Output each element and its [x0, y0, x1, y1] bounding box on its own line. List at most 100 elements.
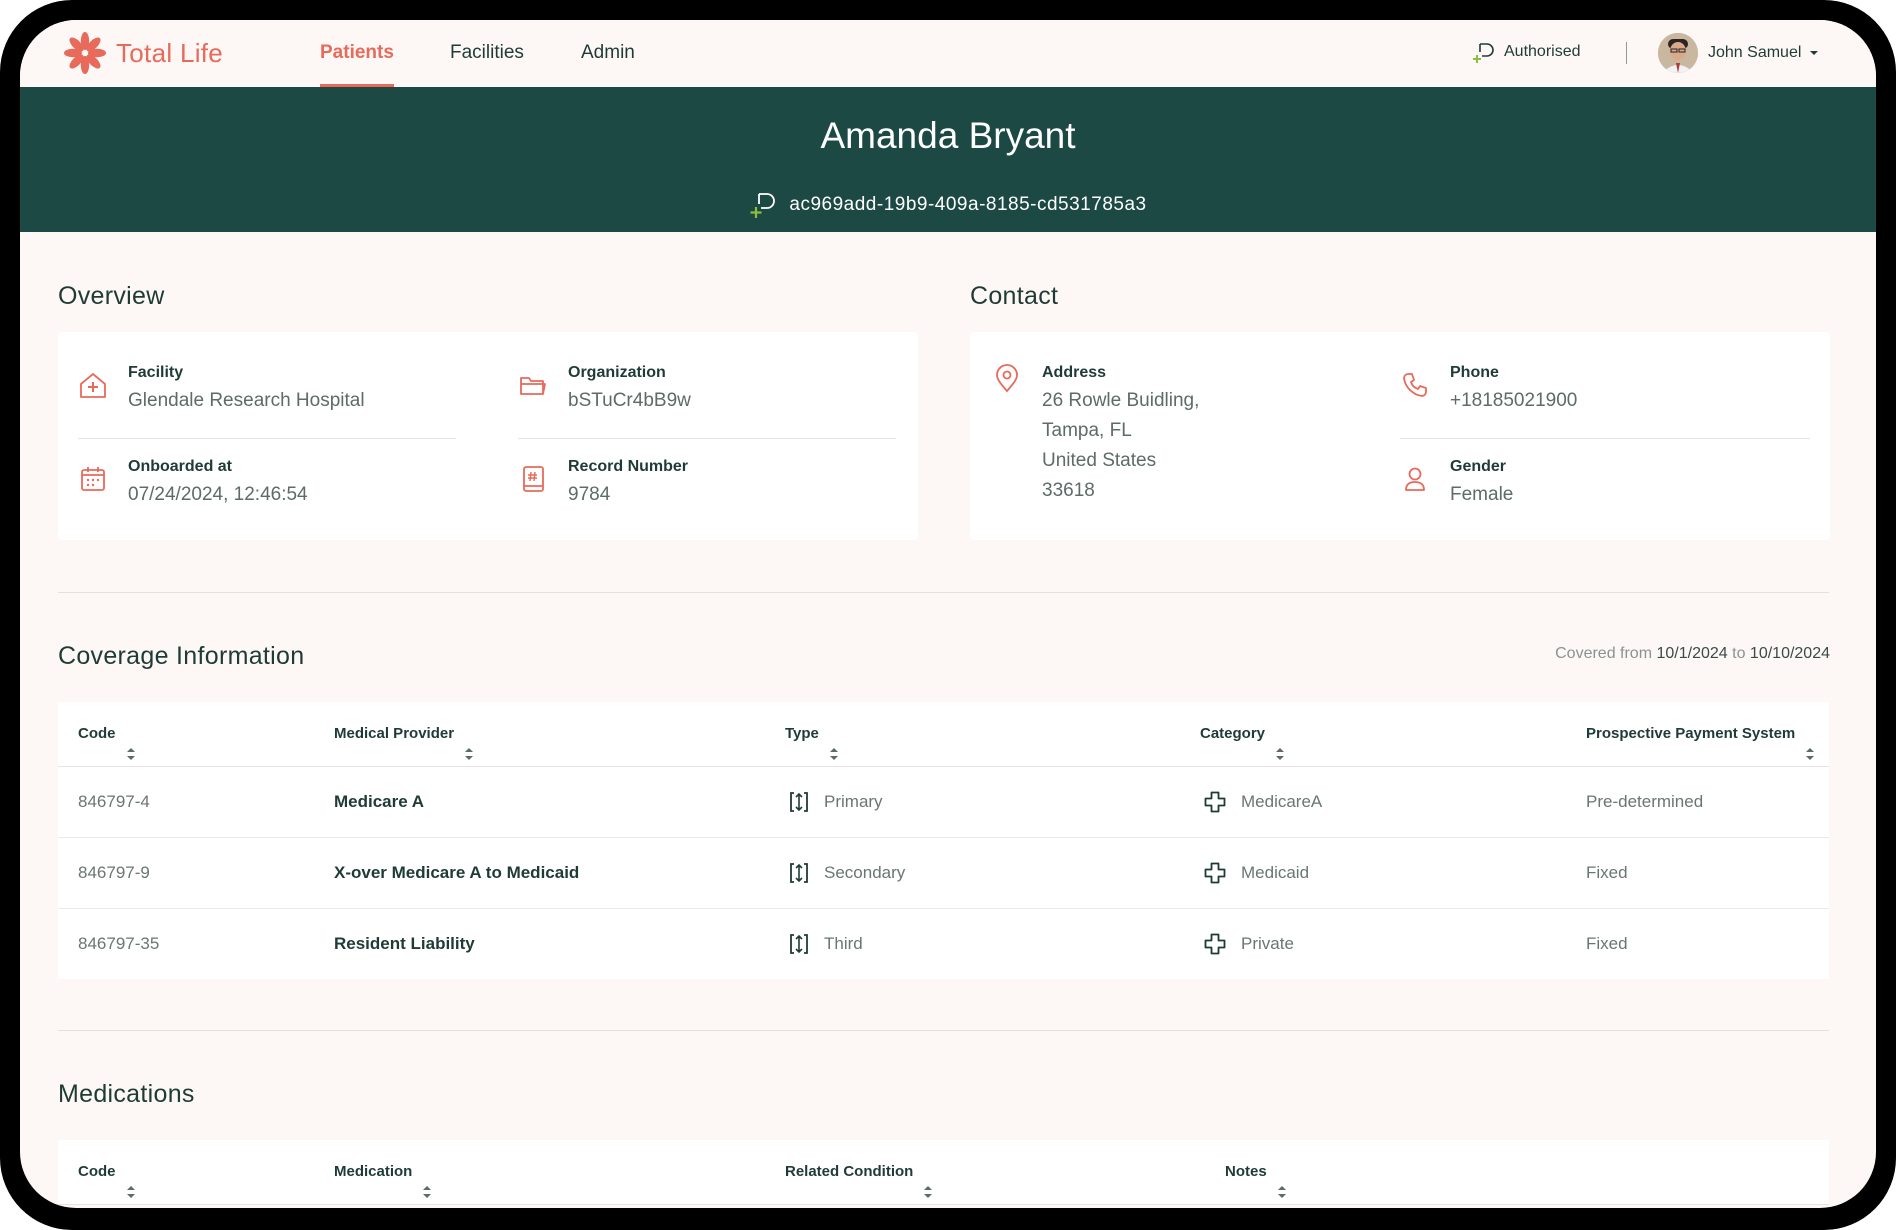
- pps-cell: Pre-determined: [1586, 792, 1704, 811]
- phone-value: +18185021900: [1450, 390, 1578, 411]
- brand-name: Total Life: [116, 37, 224, 68]
- facility-field: Facility Glendale Research Hospital: [78, 364, 365, 416]
- gender-field: Gender Female: [1400, 458, 1513, 510]
- contact-card: Address 26 Rowle Buidling, Tampa, FL Uni…: [970, 332, 1830, 540]
- provider-cell: Medicare A: [334, 792, 425, 811]
- table-row[interactable]: 846797-4 Medicare A Primary MedicareA Pr…: [58, 767, 1829, 838]
- top-nav: Total Life Patients Facilities Admin Aut…: [20, 20, 1876, 88]
- column-header-provider[interactable]: Medical Provider: [334, 702, 474, 766]
- sort-icon: [126, 726, 136, 760]
- overview-card: Facility Glendale Research Hospital Orga…: [58, 332, 918, 540]
- phone-label: Phone: [1450, 364, 1499, 381]
- device-frame: Total Life Patients Facilities Admin Aut…: [0, 0, 1896, 1230]
- sort-icon: [1275, 726, 1285, 760]
- person-icon: [1405, 467, 1425, 491]
- avatar: [1658, 33, 1698, 73]
- sort-icon: [464, 726, 474, 760]
- address-value: 26 Rowle Buidling, Tampa, FL United Stat…: [1042, 386, 1199, 506]
- hospital-icon: [80, 373, 106, 398]
- patient-banner: Amanda Bryant ac969add-19b9-409a-8185-cd…: [20, 87, 1876, 232]
- coverage-title: Coverage Information: [58, 642, 305, 670]
- coverage-type-icon: [790, 792, 808, 812]
- code-cell: 846797-9: [78, 863, 150, 882]
- column-header-medication[interactable]: Medication: [334, 1140, 432, 1204]
- provider-cell: X-over Medicare A to Medicaid: [334, 863, 580, 882]
- user-photo-icon: [1658, 33, 1698, 73]
- user-name: John Samuel: [1708, 44, 1802, 61]
- auth-badge-icon: [1473, 43, 1494, 63]
- code-cell: 846797-4: [78, 792, 150, 811]
- address-field: Address 26 Rowle Buidling, Tampa, FL Uni…: [992, 364, 1199, 506]
- sort-icon: [829, 726, 839, 760]
- tab-patients[interactable]: Patients: [320, 20, 394, 87]
- section-divider: [58, 1030, 1829, 1031]
- column-header-category[interactable]: Category: [1200, 702, 1285, 766]
- column-header-code[interactable]: Code: [78, 1140, 136, 1204]
- address-label: Address: [1042, 364, 1107, 381]
- coverage-period: Covered from 10/1/2024 to 10/10/2024: [1555, 645, 1830, 663]
- folder-icon: [520, 377, 546, 395]
- divider: [78, 438, 456, 439]
- patient-id-value[interactable]: ac969add-19b9-409a-8185-cd531785a3: [789, 194, 1146, 216]
- sort-icon: [422, 1164, 432, 1198]
- medications-title: Medications: [58, 1080, 195, 1108]
- medical-cross-icon: [1204, 862, 1226, 884]
- column-header-pps[interactable]: Prospective Payment System: [1586, 702, 1815, 766]
- provider-cell: Resident Liability: [334, 934, 475, 953]
- coverage-table: Code Medical Provider Type Category Pros…: [58, 702, 1829, 979]
- user-menu[interactable]: John Samuel: [1658, 33, 1821, 73]
- medical-cross-icon: [1204, 933, 1226, 955]
- category-cell: Private: [1203, 909, 1294, 979]
- brand-logo[interactable]: Total Life: [62, 30, 223, 76]
- phone-field: Phone +18185021900: [1400, 364, 1577, 416]
- auth-status: Authorised: [1472, 40, 1581, 64]
- coverage-type-icon: [790, 934, 808, 954]
- overview-title: Overview: [58, 282, 165, 310]
- medical-cross-icon: [1204, 791, 1226, 813]
- column-header-related-condition[interactable]: Related Condition: [785, 1140, 933, 1204]
- tab-facilities[interactable]: Facilities: [450, 20, 524, 87]
- patient-id-icon: [750, 193, 776, 218]
- organization-label: Organization: [568, 364, 666, 381]
- coverage-period-prefix: Covered from: [1555, 645, 1653, 662]
- record-book-icon: [523, 466, 544, 492]
- gender-value: Female: [1450, 484, 1514, 505]
- column-header-type[interactable]: Type: [785, 702, 839, 766]
- table-row[interactable]: 846797-35 Resident Liability Third Priva…: [58, 909, 1829, 979]
- app-screen: Total Life Patients Facilities Admin Aut…: [20, 20, 1876, 1208]
- flower-logo-icon: [64, 32, 106, 74]
- sort-icon: [126, 1164, 136, 1198]
- table-header: Code Medication Related Condition Notes: [58, 1140, 1829, 1205]
- table-header: Code Medical Provider Type Category Pros…: [58, 702, 1829, 767]
- facility-label: Facility: [128, 364, 184, 381]
- table-row[interactable]: 846797-9 X-over Medicare A to Medicaid S…: [58, 838, 1829, 909]
- column-header-code[interactable]: Code: [78, 702, 136, 766]
- record-number-value: 9784: [568, 484, 611, 505]
- record-number-field: Record Number 9784: [518, 458, 688, 510]
- facility-value: Glendale Research Hospital: [128, 390, 365, 411]
- pps-cell: Fixed: [1586, 863, 1628, 882]
- contact-title: Contact: [970, 282, 1059, 310]
- onboarded-value: 07/24/2024, 12:46:54: [128, 484, 308, 505]
- onboarded-field: Onboarded at 07/24/2024, 12:46:54: [78, 458, 308, 510]
- pps-cell: Fixed: [1586, 934, 1628, 953]
- gender-label: Gender: [1450, 458, 1507, 475]
- sort-icon: [1805, 726, 1815, 760]
- address-line: United States: [1042, 450, 1157, 471]
- chevron-down-icon: [1810, 51, 1819, 55]
- address-line: Tampa, FL: [1042, 420, 1132, 441]
- onboarded-label: Onboarded at: [128, 458, 233, 475]
- calendar-icon: [81, 467, 105, 491]
- category-cell: MedicareA: [1203, 767, 1322, 837]
- address-line: 33618: [1042, 480, 1095, 501]
- sort-icon: [923, 1164, 933, 1198]
- divider: [1400, 438, 1810, 439]
- type-cell: Secondary: [788, 838, 905, 908]
- record-number-label: Record Number: [568, 458, 689, 475]
- type-cell: Third: [788, 909, 863, 979]
- tab-admin[interactable]: Admin: [581, 20, 635, 87]
- address-line: 26 Rowle Buidling,: [1042, 390, 1200, 411]
- coverage-to-date: 10/10/2024: [1749, 645, 1830, 662]
- column-header-notes[interactable]: Notes: [1225, 1140, 1287, 1204]
- type-cell: Primary: [788, 767, 883, 837]
